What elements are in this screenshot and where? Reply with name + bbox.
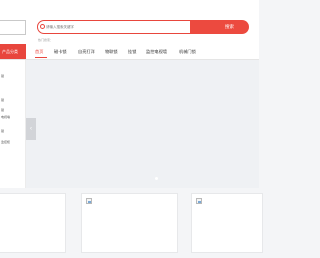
nav-item-card-lock[interactable]: 磁卡锁: [54, 44, 67, 59]
sidebar-item[interactable]: 锁: [0, 98, 26, 102]
nav-item-monitor-wall[interactable]: 监控电视墙: [146, 44, 167, 59]
sidebar-item[interactable]: 锁: [0, 108, 26, 112]
broken-image-icon: [86, 198, 92, 204]
search-icon: [40, 24, 45, 29]
search-bar: 搜索: [37, 20, 249, 34]
search-button-label: 搜索: [225, 24, 234, 29]
product-card[interactable]: [191, 193, 263, 253]
broken-image-icon: [196, 198, 202, 204]
chevron-left-icon[interactable]: ‹: [26, 118, 36, 140]
nav-item-padlock[interactable]: 挂锁: [128, 44, 136, 59]
nav-active-indicator: [35, 57, 47, 58]
product-card[interactable]: [0, 193, 66, 253]
logo[interactable]: [0, 20, 26, 35]
nav-item-mechanical-lock[interactable]: 机械门锁: [179, 44, 196, 59]
sidebar-item[interactable]: 电视墙: [0, 115, 26, 119]
product-cards: [0, 193, 263, 258]
product-card[interactable]: [81, 193, 178, 253]
search-button[interactable]: 搜索: [190, 20, 249, 34]
sidebar-item[interactable]: 锁: [0, 129, 26, 133]
carousel-dot[interactable]: [155, 177, 158, 180]
nav-item-iot-lock[interactable]: 物联锁: [105, 44, 118, 59]
category-sidebar: 锁 锁 锁 电视墙 锁 监控柜: [0, 60, 26, 188]
nav-item-2[interactable]: 自亮打洋: [78, 44, 95, 59]
category-title[interactable]: 产品分类: [0, 44, 26, 59]
hot-words-label: 热门搜索：: [38, 38, 54, 42]
sidebar-item[interactable]: 锁: [0, 74, 26, 78]
hero-banner[interactable]: [26, 60, 259, 188]
search-input[interactable]: [37, 20, 197, 34]
sidebar-item[interactable]: 监控柜: [0, 140, 26, 144]
